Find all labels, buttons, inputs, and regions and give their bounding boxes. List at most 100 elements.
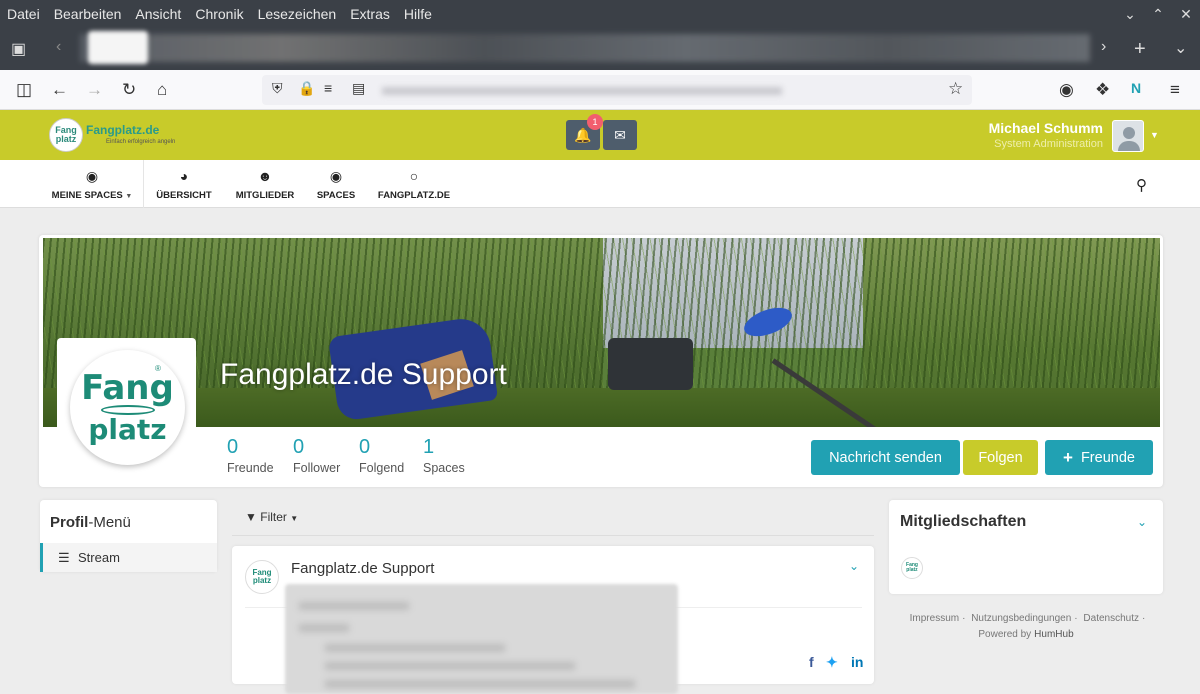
filter-icon: ▼ (245, 510, 257, 524)
bell-icon: 🔔 (574, 126, 592, 143)
menu-lesezeichen[interactable]: Lesezeichen (258, 6, 337, 22)
stat-freunde[interactable]: 0 Freunde (227, 436, 274, 475)
facebook-icon[interactable]: f (809, 654, 814, 670)
messages-button[interactable]: ✉ (603, 120, 637, 150)
add-friend-label: Freunde (1080, 449, 1135, 466)
reload-icon[interactable]: ↻ (122, 80, 136, 100)
menu-meine-spaces[interactable]: ◉ MEINE SPACES ▼ (44, 160, 140, 208)
new-tab-icon[interactable]: + (1134, 38, 1146, 61)
add-friend-button[interactable]: + Freunde (1045, 440, 1153, 475)
app-menu-icon[interactable]: ≡ (1170, 80, 1180, 100)
tab-strip[interactable] (80, 34, 1090, 62)
filter-dropdown[interactable]: ▼ Filter ▼ (245, 510, 298, 524)
stat-spaces[interactable]: 1 Spaces (423, 436, 465, 475)
menu-ansicht[interactable]: Ansicht (135, 6, 181, 22)
registered-icon: ® (155, 364, 161, 373)
permissions-icon[interactable]: ≡ (324, 80, 332, 96)
scroll-left-icon[interactable]: ‹ (56, 38, 61, 56)
list-all-tabs-icon[interactable]: ⌄ (1174, 38, 1187, 58)
navigation-toolbar: ◫ ← → ↻ ⌂ ⛨ 🔒 ≡ ▤ ☆ ◉ ❖ N ≡ (0, 70, 1200, 110)
menu-extras[interactable]: Extras (350, 6, 390, 22)
send-message-button[interactable]: Nachricht senden (811, 440, 960, 475)
site-logo[interactable]: Fang platz (49, 118, 83, 152)
bookmark-star-icon[interactable]: ☆ (948, 79, 963, 99)
profile-title: Fangplatz.de Support (220, 358, 507, 391)
account-icon[interactable]: ◉ (1059, 80, 1074, 100)
user-name[interactable]: Michael Schumm (989, 120, 1103, 136)
reader-icon[interactable]: ▤ (352, 80, 365, 97)
search-icon[interactable]: ⚲ (1136, 176, 1147, 194)
membership-space-avatar[interactable]: Fang platz (901, 557, 923, 579)
post-menu-chevron-icon[interactable]: ⌄ (849, 559, 859, 573)
menu-uebersicht[interactable]: ◕ ÜBERSICHT (150, 160, 218, 208)
dashboard-icon: ◕ (179, 167, 189, 184)
top-menu: ◉ MEINE SPACES ▼ ◕ ÜBERSICHT ☻ MITGLIEDE… (0, 160, 1200, 208)
menu-fangplatz[interactable]: ○ FANGPLATZ.DE (372, 160, 456, 208)
home-icon[interactable]: ⌂ (157, 80, 167, 100)
menu-hilfe[interactable]: Hilfe (404, 6, 432, 22)
envelope-icon: ✉ (614, 126, 626, 143)
memberships-title: Mitgliedschaften (900, 513, 1027, 530)
notification-badge: 1 (587, 114, 603, 130)
memberships-collapse-chevron-icon[interactable]: ⌄ (1137, 515, 1147, 529)
menu-bearbeiten[interactable]: Bearbeiten (54, 6, 122, 22)
scroll-right-icon[interactable]: › (1101, 38, 1106, 56)
follow-button[interactable]: Folgen (963, 440, 1038, 475)
dot-circle-icon: ◉ (85, 167, 99, 184)
tab-overview-icon[interactable]: ▣ (11, 39, 26, 59)
footer-datenschutz[interactable]: Datenschutz (1083, 613, 1139, 624)
extension-n-icon[interactable]: N (1131, 80, 1141, 96)
user-avatar[interactable] (1112, 120, 1144, 152)
stat-folgend[interactable]: 0 Folgend (359, 436, 404, 475)
site-logo-tagline: Einfach erfolgreich angeln (106, 139, 176, 145)
extensions-icon[interactable]: ❖ (1095, 80, 1110, 100)
profile-logo-line2: platz (88, 412, 167, 446)
circle-icon: ○ (409, 167, 419, 184)
stat-folgend-label: Folgend (359, 461, 405, 475)
stat-freunde-label: Freunde (227, 461, 274, 475)
profile-menu-title: Profil-Menü (50, 514, 131, 531)
post-author-avatar[interactable]: Fang platz (245, 560, 279, 594)
profile-menu-title-bold: Profil (50, 514, 89, 531)
sidebar-icon[interactable]: ◫ (16, 80, 32, 100)
footer-links: Impressum · Nutzungsbedingungen · Datensch… (909, 613, 1146, 624)
url-bar[interactable]: ⛨ 🔒 ≡ ▤ ☆ (262, 75, 972, 105)
powered-by: Powered by HumHub (889, 629, 1163, 640)
powered-by-prefix: Powered by (978, 629, 1032, 640)
menu-spaces[interactable]: ◉ SPACES (312, 160, 360, 208)
stat-freunde-value: 0 (227, 436, 239, 458)
user-dropdown-caret-icon[interactable]: ▼ (1150, 130, 1159, 140)
powered-by-humhub[interactable]: HumHub (1034, 629, 1073, 640)
caret-down-icon: ▼ (290, 514, 299, 523)
menu-separator (143, 160, 144, 208)
menu-spaces-label: SPACES (316, 189, 356, 201)
close-icon[interactable]: ✕ (1172, 6, 1200, 23)
menu-mitglieder[interactable]: ☻ MITGLIEDER (230, 160, 300, 208)
linkedin-icon[interactable]: in (851, 654, 863, 670)
tab-bar: ▣ ‹ › + ⌄ (0, 28, 1200, 70)
back-icon[interactable]: ← (51, 80, 68, 100)
post-author-name[interactable]: Fangplatz.de Support (291, 560, 434, 577)
caret-down-icon: ▼ (125, 192, 133, 200)
tab-active[interactable] (88, 31, 148, 64)
blurred-popover (285, 584, 678, 694)
twitter-icon[interactable]: ✦ (826, 654, 838, 671)
maximize-icon[interactable]: ⌃ (1144, 6, 1172, 23)
stat-follower-value: 0 (293, 436, 305, 458)
profile-menu-item-stream[interactable]: ☰ Stream (40, 543, 217, 572)
footer-impressum[interactable]: Impressum (910, 613, 959, 624)
url-text-blurred (382, 87, 782, 95)
menu-chronik[interactable]: Chronik (195, 6, 243, 22)
menu-datei[interactable]: Datei (7, 6, 40, 22)
stat-spaces-value: 1 (423, 436, 435, 458)
site-logo-name[interactable]: Fangplatz.de (86, 123, 159, 137)
forward-icon[interactable]: → (86, 80, 103, 100)
lock-icon[interactable]: 🔒 (298, 80, 315, 97)
profile-menu-title-rest: -Menü (88, 514, 131, 531)
minimize-icon[interactable]: ⌄ (1116, 6, 1144, 23)
application-menubar: Datei Bearbeiten Ansicht Chronik Lesezei… (0, 0, 1200, 28)
footer-nutzungsbedingungen[interactable]: Nutzungsbedingungen (971, 613, 1071, 624)
stat-follower[interactable]: 0 Follower (293, 436, 340, 475)
stat-spaces-label: Spaces (423, 461, 465, 475)
shield-icon[interactable]: ⛨ (272, 80, 283, 97)
